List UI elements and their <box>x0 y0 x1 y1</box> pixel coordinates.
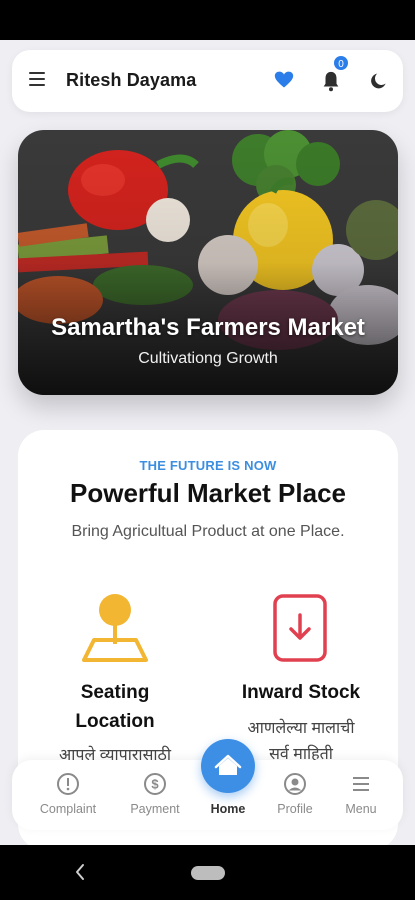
nav-item-payment[interactable]: $ Payment <box>120 772 190 816</box>
back-icon[interactable] <box>74 862 86 882</box>
notification-badge: 0 <box>332 54 350 72</box>
section-subtitle: Bring Agricultual Product at one Place. <box>71 523 345 540</box>
inward-stock-icon[interactable] <box>272 593 328 663</box>
nav-label-home: Home <box>210 802 246 816</box>
status-bar <box>0 0 415 40</box>
feature-inward-title[interactable]: Inward Stock <box>216 678 386 707</box>
moon-icon[interactable] <box>369 71 389 91</box>
feature-seating-title-line2: Location <box>75 711 155 732</box>
nav-item-profile[interactable]: Profile <box>260 772 330 816</box>
heart-icon[interactable] <box>274 70 294 90</box>
alert-circle-icon <box>57 773 79 795</box>
feature-seating-title-line1: Seating <box>80 682 150 703</box>
map-pin-icon[interactable] <box>80 592 150 664</box>
user-name-title: Ritesh Dayama <box>66 70 197 90</box>
section-title: Powerful Market Place <box>70 478 346 508</box>
svg-text:$: $ <box>151 777 159 792</box>
top-app-bar: Ritesh Dayama 0 <box>12 50 403 112</box>
dollar-icon: $ <box>144 773 166 795</box>
hero-title: Samartha's Farmers Market <box>51 314 365 341</box>
nav-item-menu[interactable]: Menu <box>326 772 396 816</box>
eyebrow-text: THE FUTURE IS NOW <box>139 458 277 473</box>
bell-icon[interactable] <box>320 70 342 92</box>
home-button[interactable] <box>201 739 255 793</box>
menu-icon[interactable] <box>29 72 45 86</box>
feature-seating-title[interactable]: Seating Location <box>30 678 200 736</box>
hero-banner[interactable]: Samartha's Farmers Market Cultivationg G… <box>18 130 398 395</box>
hero-subtitle: Cultivationg Growth <box>138 350 278 367</box>
nav-label-profile: Profile <box>277 802 313 816</box>
home-gesture-pill[interactable] <box>191 866 225 880</box>
nav-item-complaint[interactable]: Complaint <box>33 772 103 816</box>
nav-label-menu: Menu <box>345 802 377 816</box>
user-icon <box>284 773 306 795</box>
home-icon <box>214 754 242 775</box>
nav-label-payment: Payment <box>130 802 180 816</box>
menu-lines-icon <box>353 777 369 791</box>
nav-label-complaint: Complaint <box>39 802 97 816</box>
